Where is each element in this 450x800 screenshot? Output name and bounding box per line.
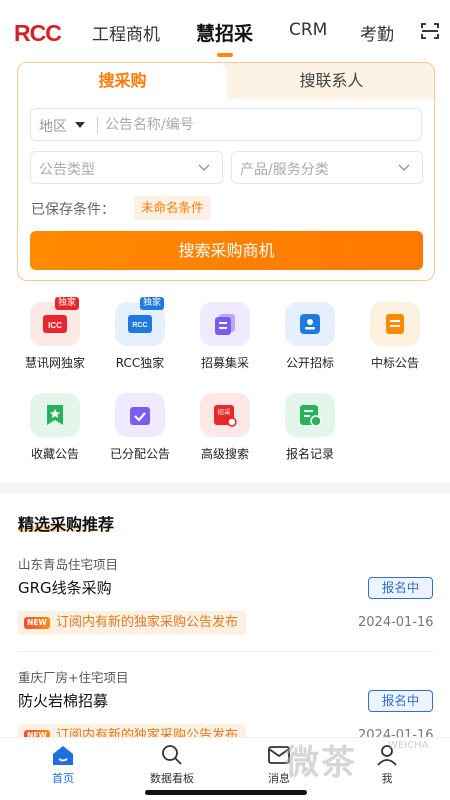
advanced-search-icon-text: 招采	[218, 407, 232, 416]
grid-item-public-tender[interactable]: 公开招标	[267, 302, 353, 371]
divider	[97, 117, 98, 133]
grid-item-favorites[interactable]: 收藏公告	[12, 393, 98, 462]
svg-text:ICC: ICC	[48, 321, 62, 330]
notice-date: 2024-01-16	[358, 615, 434, 630]
grid-label: 已分配公告	[109, 447, 170, 461]
chevron-down-icon	[198, 164, 210, 172]
grid-label: 招募集采	[200, 356, 249, 370]
rcc-logo: RCC	[14, 20, 62, 46]
project-region: 重庆厂房+住宅项目	[18, 670, 129, 685]
award-notice-icon	[370, 302, 420, 346]
notice-banner[interactable]: NEW 订阅内有新的独家采购公告发布	[18, 611, 247, 635]
rcc-exclusive-icon: 独家 RCC	[115, 297, 165, 346]
tab-search-contacts[interactable]: 搜联系人	[227, 63, 434, 99]
grid-item-signup-record[interactable]: 报名记录	[267, 393, 353, 462]
tab-engineering-opportunities[interactable]: 工程商机	[92, 20, 160, 45]
signup-status-button[interactable]: 报名中	[368, 690, 433, 712]
notice-search-input[interactable]	[105, 110, 405, 139]
home-indicator	[145, 790, 307, 795]
tab-hui-zhaocai[interactable]: 慧招采	[196, 19, 253, 57]
scan-icon[interactable]	[421, 23, 439, 39]
watermark: 微茶	[285, 743, 357, 783]
saved-conditions-label: 已保存条件：	[31, 202, 115, 218]
search-row: 地区	[30, 108, 422, 141]
grid-label: 收藏公告	[30, 447, 79, 461]
chevron-down-icon	[398, 164, 410, 172]
exclusive-badge: 独家	[139, 297, 164, 310]
grid-item-rcc-exclusive[interactable]: 独家 RCC RCC独家	[97, 297, 183, 371]
tab-label: 首页	[52, 772, 74, 785]
list-divider	[18, 651, 434, 652]
search-icon	[162, 745, 182, 765]
tab-search-purchase[interactable]: 搜采购	[18, 63, 227, 99]
grid-item-icc-exclusive[interactable]: 独家 ICC 慧讯网独家	[12, 297, 98, 371]
grid-item-assigned[interactable]: 已分配公告	[97, 393, 183, 462]
notice-text: 订阅内有新的独家采购公告发布	[56, 615, 239, 630]
tab-home[interactable]: 首页	[28, 744, 98, 786]
grid-label: 中标公告	[370, 356, 419, 370]
star-bookmark-icon	[30, 393, 80, 437]
project-region: 山东青岛住宅项目	[18, 557, 119, 572]
grid-label: 慧讯网独家	[24, 356, 85, 370]
grid-item-award-notice[interactable]: 中标公告	[352, 302, 438, 371]
tab-data-dashboard[interactable]: 数据看板	[137, 744, 207, 786]
home-icon	[53, 746, 73, 765]
tab-attendance[interactable]: 考勤	[360, 20, 394, 45]
search-purchase-button[interactable]: 搜索采购商机	[30, 231, 423, 270]
project-name[interactable]: GRG线条采购	[18, 577, 112, 598]
category-select[interactable]: 产品/服务分类	[231, 151, 423, 184]
grid-item-advanced-search[interactable]: 招采 高级搜索	[182, 393, 268, 462]
new-badge: NEW	[24, 617, 50, 629]
grid-label: 报名记录	[285, 447, 334, 461]
signup-record-icon	[285, 393, 335, 437]
top-nav-bar: RCC 工程商机 慧招采 CRM 考勤	[0, 0, 450, 60]
svg-text:RCC: RCC	[132, 322, 147, 329]
region-select-label[interactable]: 地区	[39, 116, 67, 136]
project-name[interactable]: 防火岩棉招募	[18, 690, 108, 711]
recommend-section-title: 精选采购推荐	[18, 515, 115, 534]
caret-down-icon[interactable]	[75, 122, 85, 128]
saved-condition-chip[interactable]: 未命名条件	[134, 196, 211, 220]
notice-type-select[interactable]: 公告类型	[30, 151, 223, 184]
tab-crm[interactable]: CRM	[289, 20, 327, 40]
grid-label: 公开招标	[285, 356, 334, 370]
grid-label: 高级搜索	[200, 447, 249, 461]
section-divider	[0, 483, 450, 493]
grid-label: RCC独家	[115, 356, 165, 370]
grid-item-recruit-purchase[interactable]: 招募集采	[182, 302, 268, 371]
exclusive-badge: 独家	[54, 297, 79, 310]
tab-label: 我	[381, 772, 393, 785]
category-select-value: 产品/服务分类	[240, 162, 329, 178]
signup-status-button[interactable]: 报名中	[368, 577, 433, 599]
public-tender-icon	[285, 302, 335, 346]
icc-exclusive-icon: 独家 ICC	[30, 297, 80, 346]
advanced-search-icon: 招采	[200, 393, 250, 437]
watermark-sub: WEICHA	[388, 740, 429, 751]
purchase-search-card: 搜采购 搜联系人 地区 公告类型 产品/服务分类 已保存条件： 未命名条件 搜索…	[17, 62, 435, 281]
search-card-tabs: 搜采购 搜联系人	[18, 63, 434, 99]
tab-label: 数据看板	[150, 772, 194, 785]
stack-icon	[200, 302, 250, 346]
assigned-icon	[115, 393, 165, 437]
notice-type-select-value: 公告类型	[39, 162, 95, 178]
